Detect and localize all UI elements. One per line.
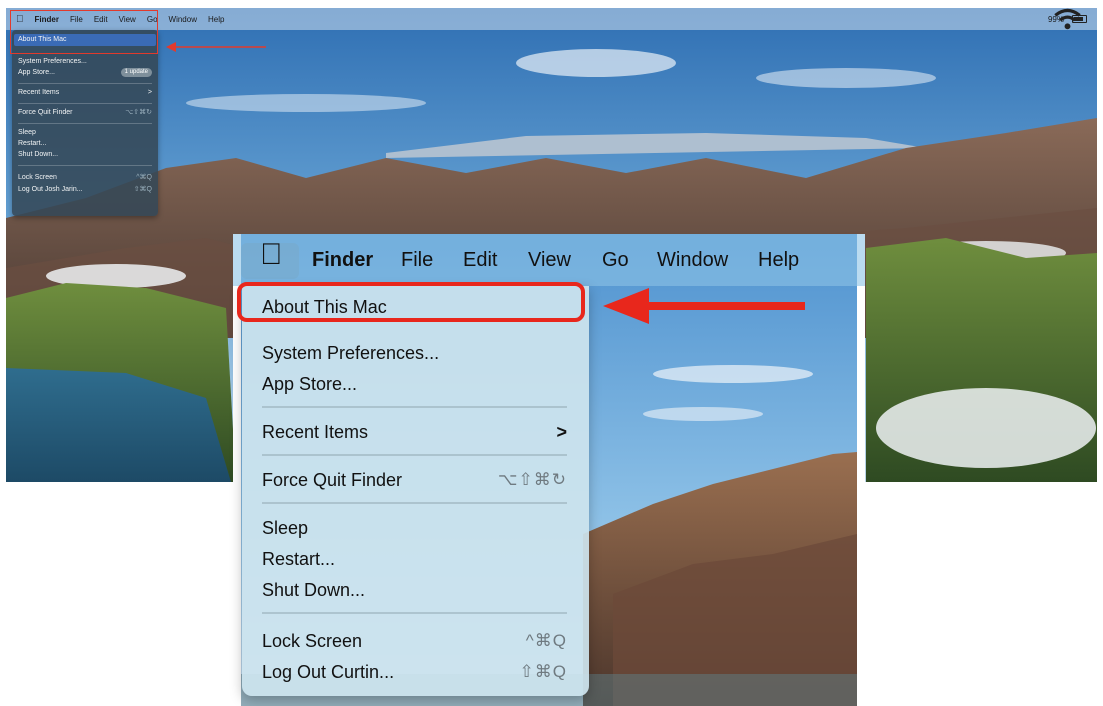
lock-label: Lock Screen (262, 631, 363, 651)
menubar-window[interactable]: Window (169, 15, 197, 24)
logout-shortcut: ⇧⌘Q (519, 662, 567, 681)
annotation-arrow-icon (166, 42, 266, 52)
menubar-finder[interactable]: Finder (312, 248, 373, 272)
menu-item-sleep[interactable]: Sleep (18, 128, 152, 138)
menu-item-sleep[interactable]: Sleep (262, 514, 567, 542)
menu-item-restart[interactable]: Restart... (18, 139, 152, 149)
menu-item-system-preferences[interactable]: System Preferences... (262, 339, 567, 367)
chevron-right-icon: > (556, 422, 567, 442)
menu-item-restart[interactable]: Restart... (262, 545, 567, 573)
annotation-arrow-icon (603, 288, 805, 324)
separator (18, 83, 152, 84)
force-quit-shortcut: ⌥⇧⌘↻ (125, 109, 152, 116)
menu-item-app-store[interactable]: App Store... 1 update (18, 68, 152, 78)
system-prefs-label: System Preferences... (262, 343, 440, 363)
menu-item-system-preferences[interactable]: System Preferences... (18, 57, 152, 67)
separator (262, 502, 567, 504)
menu-item-recent-items[interactable]: Recent Items > (262, 418, 567, 446)
logout-label: Log Out Josh Jarin... (18, 186, 83, 193)
menubar-file[interactable]: File (401, 248, 433, 272)
force-quit-label: Force Quit Finder (18, 109, 73, 116)
restart-label: Restart... (18, 140, 47, 147)
separator (262, 454, 567, 456)
menubar-edit[interactable]: Edit (463, 248, 497, 272)
logout-label: Log Out Curtin... (262, 662, 395, 682)
shutdown-label: Shut Down... (262, 580, 366, 600)
menubar-view[interactable]: View (528, 248, 571, 272)
app-store-label: App Store... (262, 374, 358, 394)
menu-bar-zoomed:  Finder File Edit View Go Window Help (233, 234, 865, 286)
apple-menu: About This Mac System Preferences... App… (12, 30, 158, 216)
menu-item-lock-screen[interactable]: Lock Screen ^⌘Q (262, 627, 567, 655)
lock-shortcut: ^⌘Q (525, 631, 567, 650)
annotation-box (237, 282, 585, 322)
apple-logo-icon[interactable]:  (260, 240, 283, 270)
annotation-box (10, 10, 158, 54)
menu-item-lock-screen[interactable]: Lock Screen ^⌘Q (18, 173, 152, 183)
separator (262, 612, 567, 614)
menu-item-shut-down[interactable]: Shut Down... (262, 576, 567, 604)
wifi-icon[interactable] (1048, 8, 1087, 30)
menubar-go[interactable]: Go (602, 248, 629, 272)
app-store-label: App Store... (18, 69, 55, 76)
lock-shortcut: ^⌘Q (136, 174, 152, 181)
menubar-help[interactable]: Help (758, 248, 799, 272)
menubar-window[interactable]: Window (657, 248, 728, 272)
separator (18, 103, 152, 104)
recent-label: Recent Items (262, 422, 369, 442)
menu-item-recent-items[interactable]: Recent Items > (18, 88, 152, 98)
apple-menu-zoomed: About This Mac System Preferences... App… (242, 286, 589, 696)
sleep-label: Sleep (262, 518, 309, 538)
menu-item-app-store[interactable]: App Store... (262, 370, 567, 398)
force-quit-shortcut: ⌥⇧⌘↻ (497, 470, 567, 489)
recent-label: Recent Items (18, 89, 60, 96)
menubar-help[interactable]: Help (208, 15, 224, 24)
update-badge: 1 update (120, 68, 152, 77)
restart-label: Restart... (262, 549, 336, 569)
separator (262, 406, 567, 408)
separator (18, 165, 152, 166)
menu-item-shut-down[interactable]: Shut Down... (18, 150, 152, 160)
chevron-right-icon: > (147, 89, 152, 96)
menu-bar:  Finder File Edit View Go Window Help 9… (6, 8, 1097, 30)
status-area: 99% (1048, 8, 1087, 30)
sleep-label: Sleep (18, 129, 36, 136)
logout-shortcut: ⇧⌘Q (133, 186, 152, 193)
menu-item-force-quit[interactable]: Force Quit Finder ⌥⇧⌘↻ (262, 466, 567, 494)
shutdown-label: Shut Down... (18, 151, 59, 158)
menu-item-force-quit[interactable]: Force Quit Finder ⌥⇧⌘↻ (18, 108, 152, 118)
force-quit-label: Force Quit Finder (262, 470, 403, 490)
system-prefs-label: System Preferences... (18, 58, 87, 65)
menu-item-log-out[interactable]: Log Out Josh Jarin... ⇧⌘Q (18, 185, 152, 195)
menu-item-log-out[interactable]: Log Out Curtin... ⇧⌘Q (262, 658, 567, 686)
separator (18, 123, 152, 124)
lock-label: Lock Screen (18, 174, 57, 181)
zoomed-inset:  Finder File Edit View Go Window Help A… (233, 234, 865, 706)
